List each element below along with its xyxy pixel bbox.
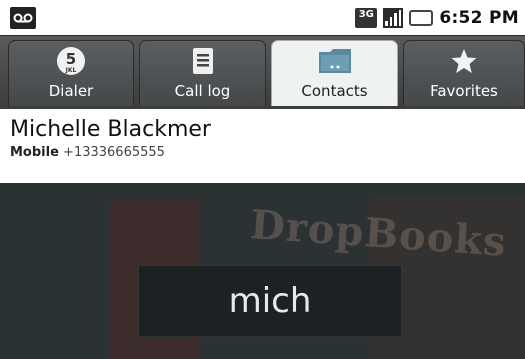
contact-phone: Mobile +13336665555 <box>10 145 515 160</box>
tab-label: Dialer <box>48 82 94 100</box>
tab-label: Favorites <box>430 82 498 100</box>
battery-icon <box>409 9 434 26</box>
tab-contacts[interactable]: Contacts <box>271 40 398 106</box>
status-clock: 6:52 PM <box>439 7 519 28</box>
status-bar: 3G 6:52 PM <box>0 0 525 35</box>
network-3g-icon: 3G <box>355 7 378 28</box>
tab-favorites[interactable]: Favorites <box>403 40 525 106</box>
signal-strength-icon <box>383 7 404 28</box>
dial-digit: 5 <box>66 50 76 68</box>
contact-phone-number: +13336665555 <box>63 145 165 160</box>
star-icon <box>450 46 478 76</box>
dialpad-5-jkl-icon: 5 JKL <box>56 46 86 76</box>
call-log-icon <box>192 46 214 76</box>
tab-label: Call log <box>174 82 231 100</box>
voicemail-icon <box>10 6 36 29</box>
contact-list-item[interactable]: Michelle Blackmer Mobile +13336665555 <box>0 109 525 183</box>
contacts-folder-icon <box>318 46 352 76</box>
contact-name: Michelle Blackmer <box>10 117 211 142</box>
tab-bar: 5 JKL Dialer Call log Contacts Favorites <box>0 35 525 109</box>
dial-letters: JKL <box>65 67 77 74</box>
tab-call-log[interactable]: Call log <box>139 40 266 106</box>
contact-phone-type: Mobile <box>10 145 59 160</box>
filter-text-popup: mich <box>138 265 402 337</box>
tab-dialer[interactable]: 5 JKL Dialer <box>8 40 134 106</box>
tab-label: Contacts <box>301 82 368 100</box>
filter-text: mich <box>228 281 312 321</box>
